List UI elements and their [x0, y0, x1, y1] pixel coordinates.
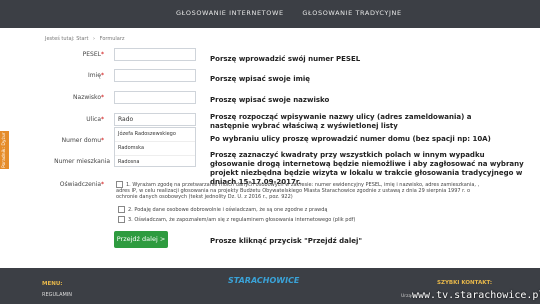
breadcrumb: Jesteś tutaj: Start › Formularz [45, 36, 125, 42]
breadcrumb-formularz: Formularz [99, 36, 125, 42]
oswiadczenia-label: Oświadczenia* [44, 181, 104, 188]
required-star: * [101, 51, 104, 58]
tv-watermark: www.tv.starachowice.pl [412, 290, 540, 301]
suggestion-item[interactable]: Radomska [115, 142, 195, 156]
consent-1-text: 1. Wyrażam zgodę na przetwarzanie moich … [116, 182, 480, 200]
consent-2: 2. Podaję dane osobowe dobrowolnie i ośw… [118, 206, 490, 213]
pesel-input[interactable] [114, 48, 196, 61]
consent-2-checkbox[interactable] [118, 206, 125, 213]
nazwisko-label-text: Nazwisko [73, 94, 101, 101]
required-star: * [101, 137, 104, 144]
imie-label: Imię* [44, 72, 104, 79]
nazwisko-label: Nazwisko* [44, 94, 104, 101]
imie-input[interactable] [114, 69, 196, 82]
pesel-label-text: PESEL [82, 51, 101, 58]
nazwisko-instruction: Proszę wpisać swoje nazwisko [210, 96, 330, 104]
nav-glosowanie-internetowe[interactable]: GŁOSOWANIE INTERNETOWE [176, 9, 284, 17]
submit-instruction: Prosze kliknąć przycisk "Przejdź dalej" [210, 237, 363, 245]
breadcrumb-prefix: Jesteś tutaj: [45, 36, 75, 42]
consent-3: 3. Oświadczam, że zapoznałem/am się z re… [118, 216, 490, 223]
imie-label-text: Imię [88, 72, 101, 79]
ulica-label-text: Ulica [86, 116, 101, 123]
nazwisko-input[interactable] [114, 91, 196, 104]
consent-2-text: 2. Podaję dane osobowe dobrowolnie i ośw… [128, 207, 328, 213]
przejdz-dalej-button[interactable]: Przejdź dalej > [114, 231, 168, 248]
consent-3-text: 3. Oświadczam, że zapoznałem/am się z re… [128, 217, 356, 223]
breadcrumb-start[interactable]: Start [76, 36, 88, 42]
footer-menu-title: MENU: [42, 281, 63, 287]
quick-contact-title: SZYBKI KONTAKT: [437, 280, 493, 286]
breadcrumb-separator: › [93, 36, 96, 42]
ulica-suggestions-dropdown: Józefa Radoszewskiego Radomska Radosna [114, 127, 196, 167]
nr-mieszkania-label: Numer mieszkania [54, 158, 110, 165]
nr-domu-instruction: Po wybraniu ulicy proszę wprowadzić nume… [210, 135, 491, 143]
required-star: * [101, 181, 104, 188]
ulica-input[interactable]: Rado [114, 113, 196, 126]
required-star: * [101, 72, 104, 79]
imie-instruction: Porszę wpisać swoje imię [210, 75, 311, 83]
main-nav: GŁOSOWANIE INTERNETOWE GŁOSOWANIE TRADYC… [176, 9, 418, 17]
suggestion-item[interactable]: Radosna [115, 156, 195, 169]
consent-1: 1. Wyrażam zgodę na przetwarzanie moich … [116, 181, 488, 200]
pesel-instruction: Porszę wprowadzić swój numer PESEL [210, 55, 361, 63]
top-nav-bar: GŁOSOWANIE INTERNETOWE GŁOSOWANIE TRADYC… [0, 0, 540, 28]
side-help-tab[interactable]: Poradnik: Dyżur [0, 131, 9, 169]
consent-1-checkbox[interactable] [116, 181, 123, 188]
ulica-label: Ulica* [44, 116, 104, 123]
required-star: * [101, 94, 104, 101]
nr-domu-label-text: Numer domu [61, 137, 101, 144]
nav-glosowanie-tradycyjne[interactable]: GŁOSOWANIE TRADYCYJNE [302, 9, 401, 17]
pesel-label: PESEL* [44, 51, 104, 58]
oswiadczenia-label-text: Oświadczenia [59, 181, 101, 188]
footer-menu-item[interactable]: REGULAMIN [42, 292, 72, 298]
required-star: * [101, 116, 104, 123]
nr-domu-label: Numer domu* [44, 137, 104, 144]
starachowice-logo: STARACHOWICE [228, 276, 300, 285]
consent-3-checkbox[interactable] [118, 216, 125, 223]
suggestion-item[interactable]: Józefa Radoszewskiego [115, 128, 195, 142]
ulica-instruction: Proszę rozpocząć wpisywanie nazwy ulicy … [210, 113, 472, 130]
